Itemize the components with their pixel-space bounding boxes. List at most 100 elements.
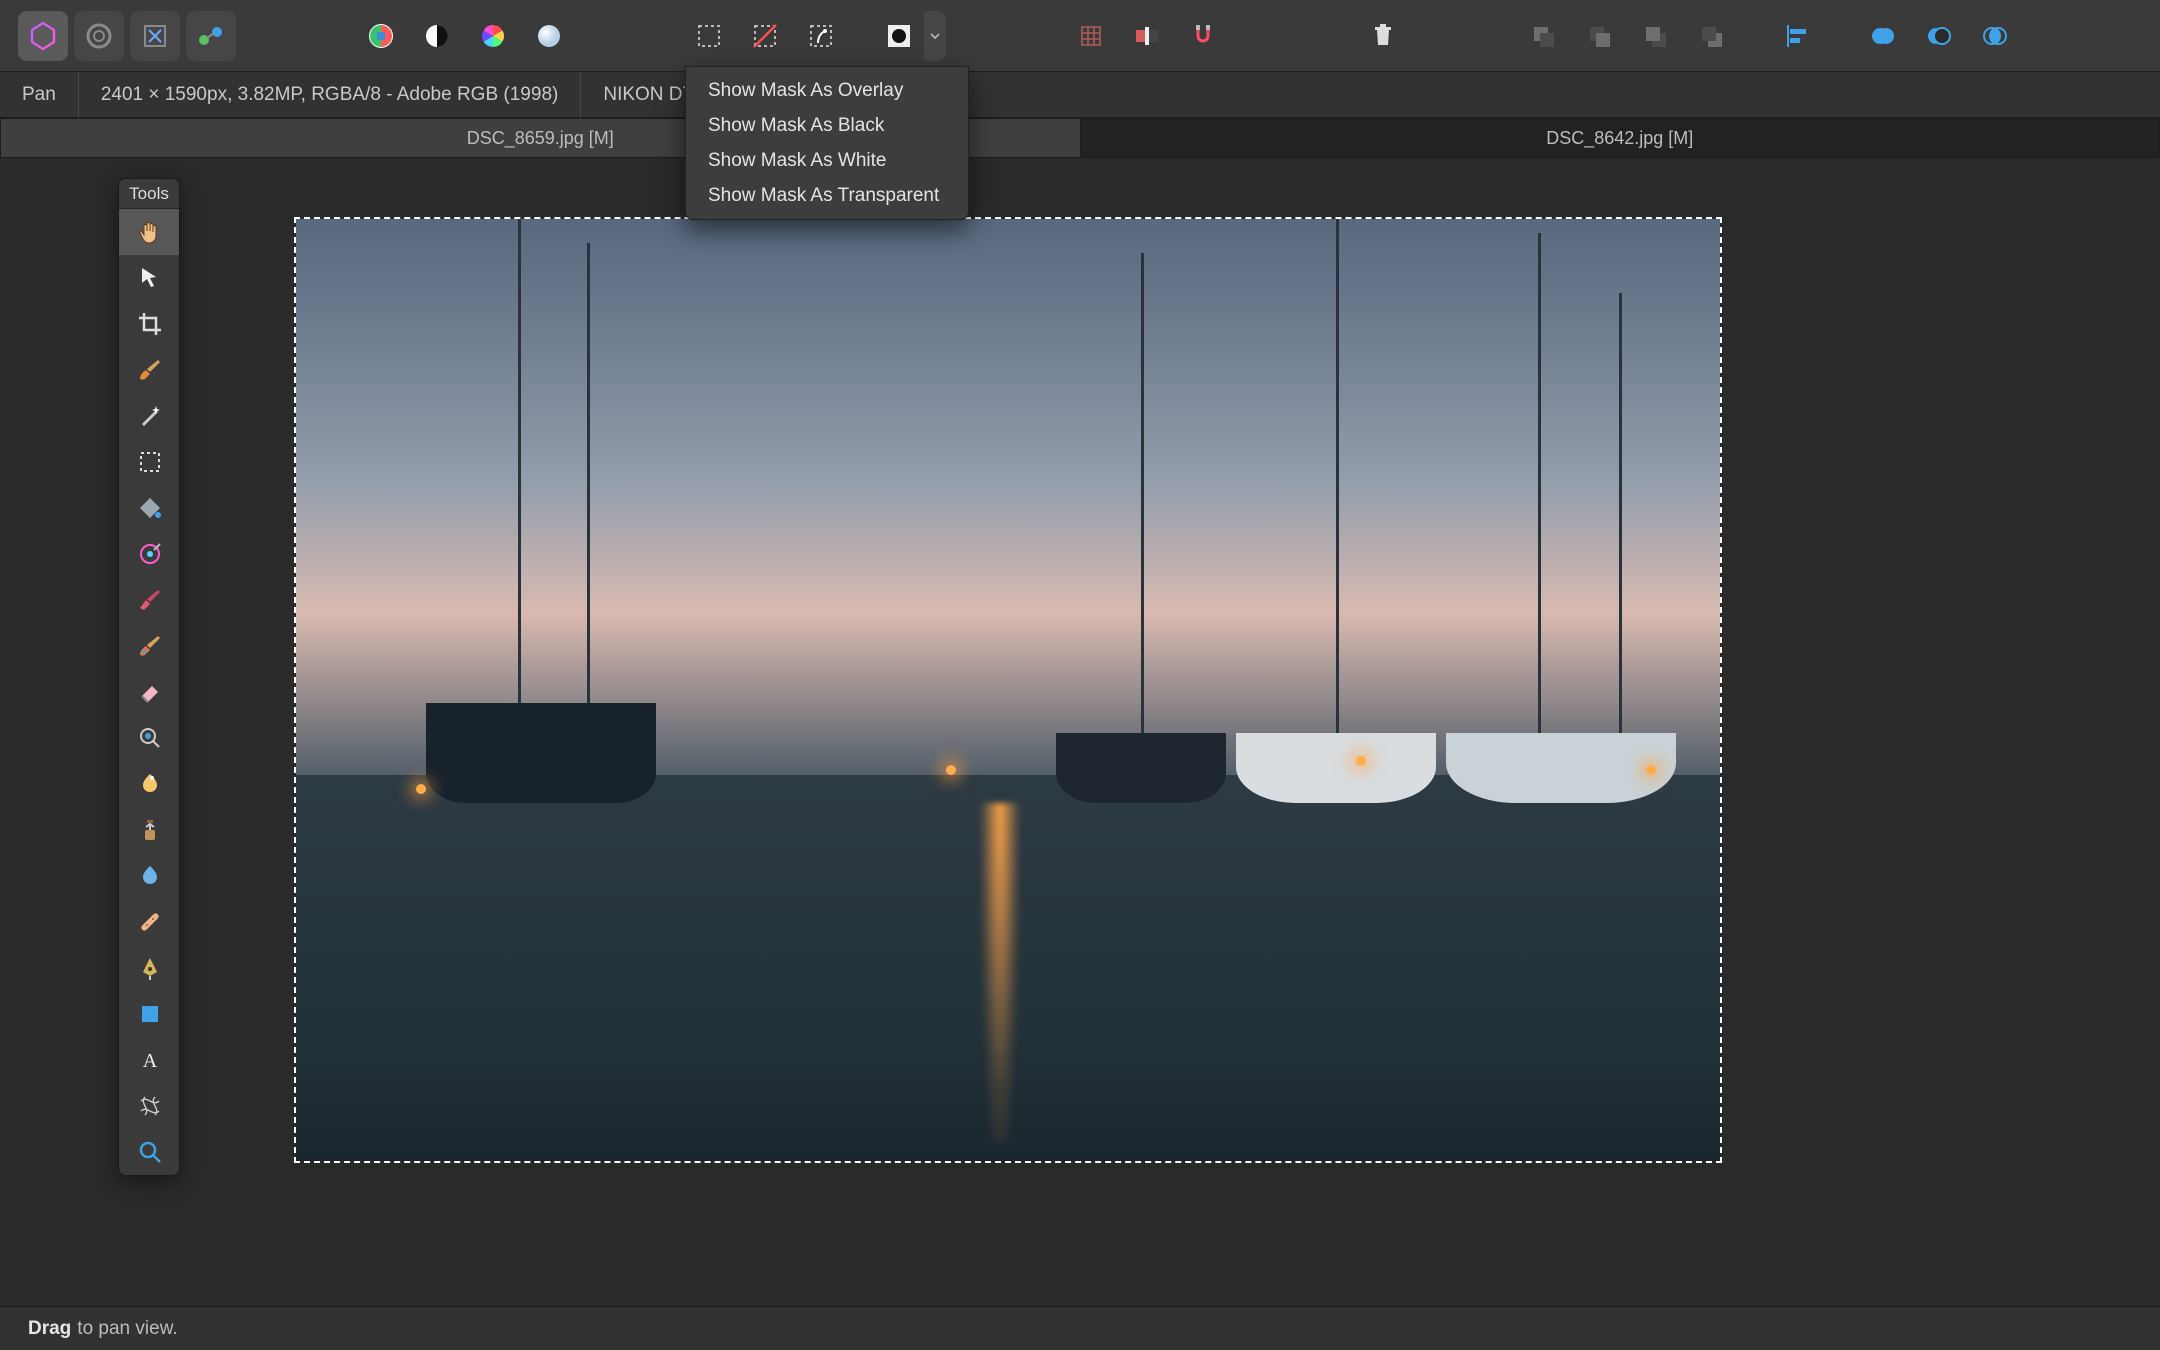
view-group [1066,11,1228,61]
mesh-warp-tool[interactable] [119,1083,180,1129]
color-adjust-button[interactable] [468,11,518,61]
diffuse-adjust-button[interactable] [524,11,574,61]
move-backward-icon [1584,21,1614,51]
text-tool[interactable]: A [119,1037,180,1083]
split-view-button[interactable] [1122,11,1172,61]
move-forward-button[interactable] [1630,11,1680,61]
delete-button[interactable] [1358,11,1408,61]
grid-icon [1076,21,1106,51]
dropdown-item[interactable]: Show Mask As Overlay [686,73,968,108]
red-brush-icon [136,586,164,614]
magic-wand-tool[interactable] [119,393,180,439]
export-persona-button[interactable] [186,11,236,61]
photo-persona-icon [27,20,59,52]
status-hint-rest: to pan view. [77,1318,177,1340]
selection-all-button[interactable] [684,11,734,61]
healing-tool[interactable] [119,899,180,945]
crop-tool-icon [136,310,164,338]
status-bar: Drag to pan view. [0,1306,2160,1350]
pen-tool[interactable] [119,945,180,991]
bool-subtract-button[interactable] [1914,11,1964,61]
bool-add-button[interactable] [1858,11,1908,61]
auto-levels-button[interactable] [356,11,406,61]
black-white-button[interactable] [412,11,462,61]
tools-panel: Tools A [118,178,180,1176]
color-picker-tool[interactable] [119,531,180,577]
bool-add-icon [1868,21,1898,51]
move-back-icon [1528,21,1558,51]
move-tool[interactable] [119,255,180,301]
dropdown-item[interactable]: Show Mask As Black [686,108,968,143]
crop-tool[interactable] [119,301,180,347]
document-view[interactable] [296,219,1720,1161]
image-content [296,219,1720,1161]
canvas-area[interactable] [0,158,2160,1270]
red-brush-tool[interactable] [119,577,180,623]
context-infobar: Pan 2401 × 1590px, 3.82MP, RGBA/8 - Adob… [0,72,2160,118]
move-front-icon [1696,21,1726,51]
black-white-adjust-icon [422,21,452,51]
develop-persona-icon [83,20,115,52]
bool-subtract-icon [1924,21,1954,51]
clone-tool[interactable] [119,807,180,853]
zoom-blur-icon [136,724,164,752]
magic-wand-icon [136,402,164,430]
bool-intersect-button[interactable] [1970,11,2020,61]
rectangular-marquee-tool[interactable] [119,439,180,485]
rectangle-shape-tool[interactable] [119,991,180,1037]
zoom-tool[interactable] [119,1129,180,1175]
document-tab[interactable]: DSC_8642.jpg [M] [1081,118,2160,158]
develop-persona-button[interactable] [74,11,124,61]
grid-button[interactable] [1066,11,1116,61]
quickmask-button[interactable] [874,11,924,61]
delete-group [1358,11,1408,61]
dropdown-item[interactable]: Show Mask As Transparent [686,178,968,213]
svg-text:A: A [143,1050,158,1072]
selection-marquee-icon [694,21,724,51]
persona-switcher [18,11,236,61]
boolean-group [1858,11,2020,61]
arrange-group [1518,11,1736,61]
eraser-tool[interactable] [119,669,180,715]
hand-tool-icon [136,218,164,246]
flood-fill-tool[interactable] [119,485,180,531]
blur-icon [136,862,164,890]
document-tabs: DSC_8659.jpg [M] DSC_8642.jpg [M] [0,118,2160,158]
gradient-tool[interactable] [119,761,180,807]
move-back-button[interactable] [1518,11,1568,61]
photo-persona-button[interactable] [18,11,68,61]
selection-deselect-button[interactable] [740,11,790,61]
selection-refine-button[interactable] [796,11,846,61]
liquify-persona-button[interactable] [130,11,180,61]
move-forward-icon [1640,21,1670,51]
chevron-down-icon [930,31,940,41]
tools-panel-title: Tools [119,179,179,209]
quickmask-group [874,11,946,61]
color-picker-icon [136,540,164,568]
align-left-icon [1782,21,1812,51]
align-button[interactable] [1772,11,1822,61]
quickmask-icon [884,21,914,51]
mixer-brush-tool[interactable] [119,623,180,669]
dropdown-item[interactable]: Show Mask As White [686,143,968,178]
zoom-blur-tool[interactable] [119,715,180,761]
mesh-warp-icon [136,1092,164,1120]
flood-fill-icon [136,494,164,522]
zoom-icon [136,1138,164,1166]
liquify-persona-icon [139,20,171,52]
export-persona-icon [195,20,227,52]
move-tool-icon [136,264,164,292]
paint-brush-tool[interactable] [119,347,180,393]
marquee-icon [136,448,164,476]
quickmask-splitbutton [874,11,946,61]
quickmask-dropdown-toggle[interactable] [924,11,946,61]
diffuse-adjust-icon [534,21,564,51]
move-front-button[interactable] [1686,11,1736,61]
mixer-brush-icon [136,632,164,660]
hand-tool[interactable] [119,209,180,255]
blur-tool[interactable] [119,853,180,899]
snapping-button[interactable] [1178,11,1228,61]
move-backward-button[interactable] [1574,11,1624,61]
auto-levels-icon [366,21,396,51]
document-info-label: 2401 × 1590px, 3.82MP, RGBA/8 - Adobe RG… [79,72,582,118]
